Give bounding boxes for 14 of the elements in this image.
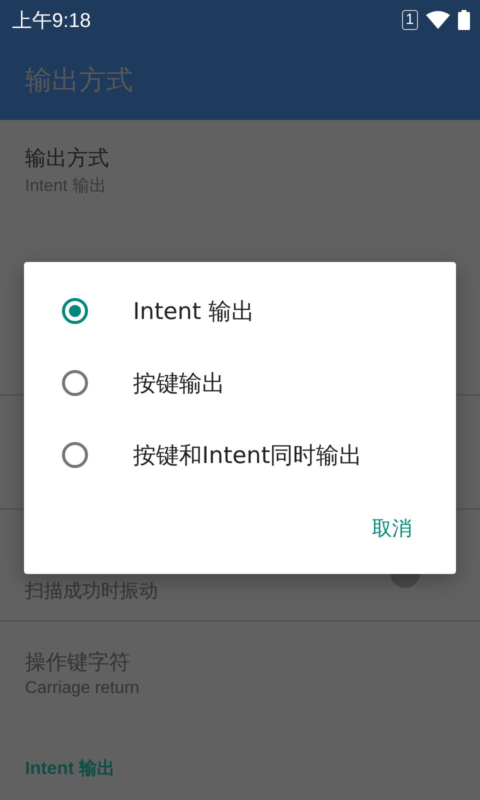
radio-option[interactable]: Intent 输出 — [24, 275, 456, 347]
category-header: Intent 输出 — [24, 757, 116, 780]
radio-option[interactable]: 按键和Intent同时输出 — [24, 419, 456, 491]
sim-indicator: 1 — [402, 10, 418, 30]
setting-title: 输出方式 — [25, 145, 110, 172]
radio-button[interactable] — [62, 370, 88, 396]
status-time: 上午9:18 — [12, 8, 91, 34]
battery-icon — [458, 10, 470, 30]
wifi-icon — [426, 11, 450, 29]
cancel-button[interactable]: 取消 — [362, 509, 422, 548]
radio-button[interactable] — [62, 298, 88, 324]
radio-button[interactable] — [62, 442, 88, 468]
app-bar-title: 输出方式 — [25, 64, 133, 98]
radio-option[interactable]: 按键输出 — [24, 347, 456, 419]
